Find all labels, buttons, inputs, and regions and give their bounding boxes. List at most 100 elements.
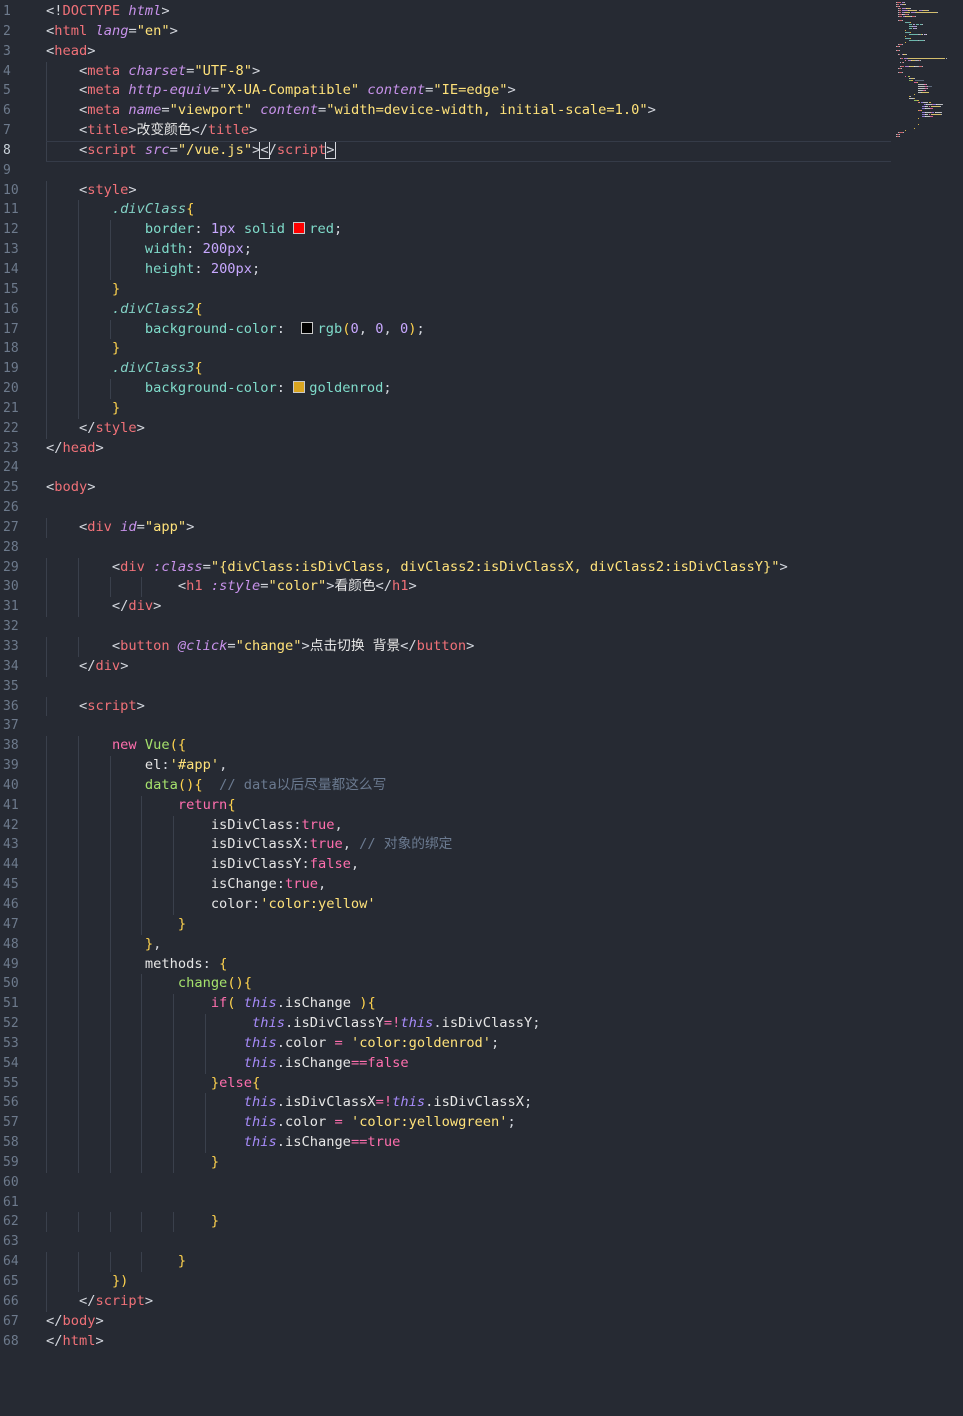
- code-line[interactable]: <meta http-equiv="X-UA-Compatible" conte…: [46, 81, 891, 102]
- code-line[interactable]: },: [46, 934, 891, 955]
- code-line[interactable]: }: [46, 1152, 891, 1173]
- code-line[interactable]: <style>: [46, 180, 891, 201]
- code-line[interactable]: <head>: [46, 42, 891, 62]
- code-line[interactable]: this.isDivClassX=!this.isDivClassX;: [46, 1093, 891, 1114]
- line-number: 12: [3, 222, 19, 238]
- code-line[interactable]: </html>: [46, 1332, 891, 1352]
- code-line[interactable]: [46, 1232, 891, 1252]
- color-swatch-icon[interactable]: [301, 321, 314, 334]
- code-token: >: [161, 3, 170, 19]
- code-line[interactable]: <meta name="viewport" content="width=dev…: [46, 101, 891, 122]
- code-line[interactable]: }else{: [46, 1073, 891, 1094]
- code-token: <: [46, 578, 187, 595]
- code-line[interactable]: </style>: [46, 418, 891, 439]
- code-token: <: [46, 82, 88, 99]
- code-line[interactable]: new Vue({: [46, 736, 891, 757]
- indent-guide: [46, 557, 47, 578]
- code-token: change: [177, 975, 228, 992]
- code-line[interactable]: return{: [46, 795, 891, 816]
- code-line[interactable]: <div :class="{divClass:isDivClass, divCl…: [46, 557, 891, 578]
- code-line[interactable]: </head>: [46, 439, 891, 459]
- code-line[interactable]: isDivClassX:true, // 对象的绑定: [46, 835, 891, 856]
- code-line[interactable]: }: [46, 398, 891, 419]
- code-line[interactable]: </div>: [46, 656, 891, 677]
- code-line[interactable]: [46, 1193, 891, 1213]
- code-token: >: [153, 598, 162, 615]
- code-line[interactable]: isDivClassY:false,: [46, 855, 891, 876]
- code-line[interactable]: }: [46, 914, 891, 935]
- code-line[interactable]: [46, 458, 891, 478]
- code-line[interactable]: [46, 1173, 891, 1193]
- code-line[interactable]: [46, 498, 891, 518]
- indent-guide: [77, 299, 79, 320]
- code-token: // 对象的绑定: [359, 836, 453, 853]
- code-line[interactable]: <script>: [46, 696, 891, 717]
- code-line[interactable]: .divClass2{: [46, 299, 891, 320]
- indent-guide: [173, 1033, 175, 1054]
- code-line[interactable]: data(){ // data以后尽量都这么写: [46, 775, 891, 796]
- code-line[interactable]: }: [46, 339, 891, 360]
- code-line[interactable]: el:'#app',: [46, 756, 891, 776]
- color-swatch-icon[interactable]: [293, 381, 306, 394]
- line-number: 6: [3, 103, 11, 119]
- code-line[interactable]: border: 1px solid red;: [46, 220, 891, 241]
- code-line[interactable]: background-color: rgb(0, 0, 0);: [46, 319, 891, 340]
- code-line[interactable]: <script src="/vue.js"></script>: [46, 140, 891, 162]
- code-line[interactable]: </script>: [46, 1291, 891, 1312]
- code-token: (){: [177, 776, 203, 793]
- code-line[interactable]: [46, 617, 891, 637]
- line-number: 41: [3, 797, 19, 813]
- code-line[interactable]: this.color = 'color:goldenrod';: [46, 1033, 891, 1054]
- code-line[interactable]: if( this.isChange ){: [46, 994, 891, 1015]
- code-line[interactable]: this.isChange==false: [46, 1053, 891, 1074]
- code-line[interactable]: width: 200px;: [46, 240, 891, 260]
- code-line[interactable]: <html lang="en">: [46, 22, 891, 42]
- code-line[interactable]: <title>改变颜色</title>: [46, 121, 891, 141]
- code-line[interactable]: methods: {: [46, 954, 891, 975]
- code-token: >: [87, 42, 96, 59]
- code-line[interactable]: isDivClass:true,: [46, 815, 891, 836]
- code-line[interactable]: }): [46, 1272, 891, 1292]
- code-line[interactable]: .divClass{: [46, 200, 891, 221]
- code-area[interactable]: <!DOCTYPE html> <html lang="en"> <head> <m…: [46, 2, 891, 1351]
- code-line[interactable]: [46, 716, 891, 736]
- code-line[interactable]: isChange:true,: [46, 875, 891, 895]
- code-token: ;: [383, 380, 392, 397]
- code-editor[interactable]: 1 2 3 4 5 6 7 8 9 10 11 12 13 14 15 16 17 18 19 20 21 22 23 24 2…: [0, 0, 963, 1416]
- indent-guide: [46, 637, 47, 657]
- color-swatch-icon[interactable]: [293, 222, 306, 235]
- code-line[interactable]: <!DOCTYPE html>: [46, 2, 891, 22]
- line-number: 46: [3, 896, 19, 912]
- code-line[interactable]: change(){: [46, 974, 891, 995]
- code-line[interactable]: </div>: [46, 597, 891, 618]
- indent-guide: [77, 637, 79, 657]
- code-line[interactable]: <div id="app">: [46, 517, 891, 538]
- code-line[interactable]: height: 200px;: [46, 259, 891, 280]
- code-line[interactable]: this.color = 'color:yellowgreen';: [46, 1113, 891, 1134]
- code-line[interactable]: <h1 :style="color">看颜色</h1>: [46, 577, 891, 598]
- code-line[interactable]: }: [46, 279, 891, 300]
- code-line[interactable]: [46, 161, 891, 181]
- code-line[interactable]: [46, 538, 891, 558]
- code-line[interactable]: this.isDivClassY=!this.isDivClassY;: [46, 1014, 891, 1034]
- code-line[interactable]: [46, 677, 891, 697]
- minimap[interactable]: [896, 2, 960, 142]
- code-line[interactable]: background-color: goldenrod;: [46, 379, 891, 399]
- code-line[interactable]: }: [46, 1212, 891, 1233]
- code-token: h1: [186, 578, 203, 595]
- code-line[interactable]: this.isChange==true: [46, 1133, 891, 1153]
- code-token: </: [375, 578, 393, 595]
- code-token: "IE=edge": [433, 82, 508, 99]
- code-line[interactable]: }: [46, 1252, 891, 1272]
- code-line[interactable]: .divClass3{: [46, 359, 891, 380]
- code-line[interactable]: <body>: [46, 478, 891, 498]
- code-line[interactable]: color:'color:yellow': [46, 894, 891, 915]
- code-line[interactable]: </body>: [46, 1312, 891, 1332]
- code-line[interactable]: <meta charset="UTF-8">: [46, 61, 891, 82]
- code-token: {: [367, 995, 376, 1012]
- code-line[interactable]: <button @click="change">点击切换 背景</button>: [46, 637, 891, 657]
